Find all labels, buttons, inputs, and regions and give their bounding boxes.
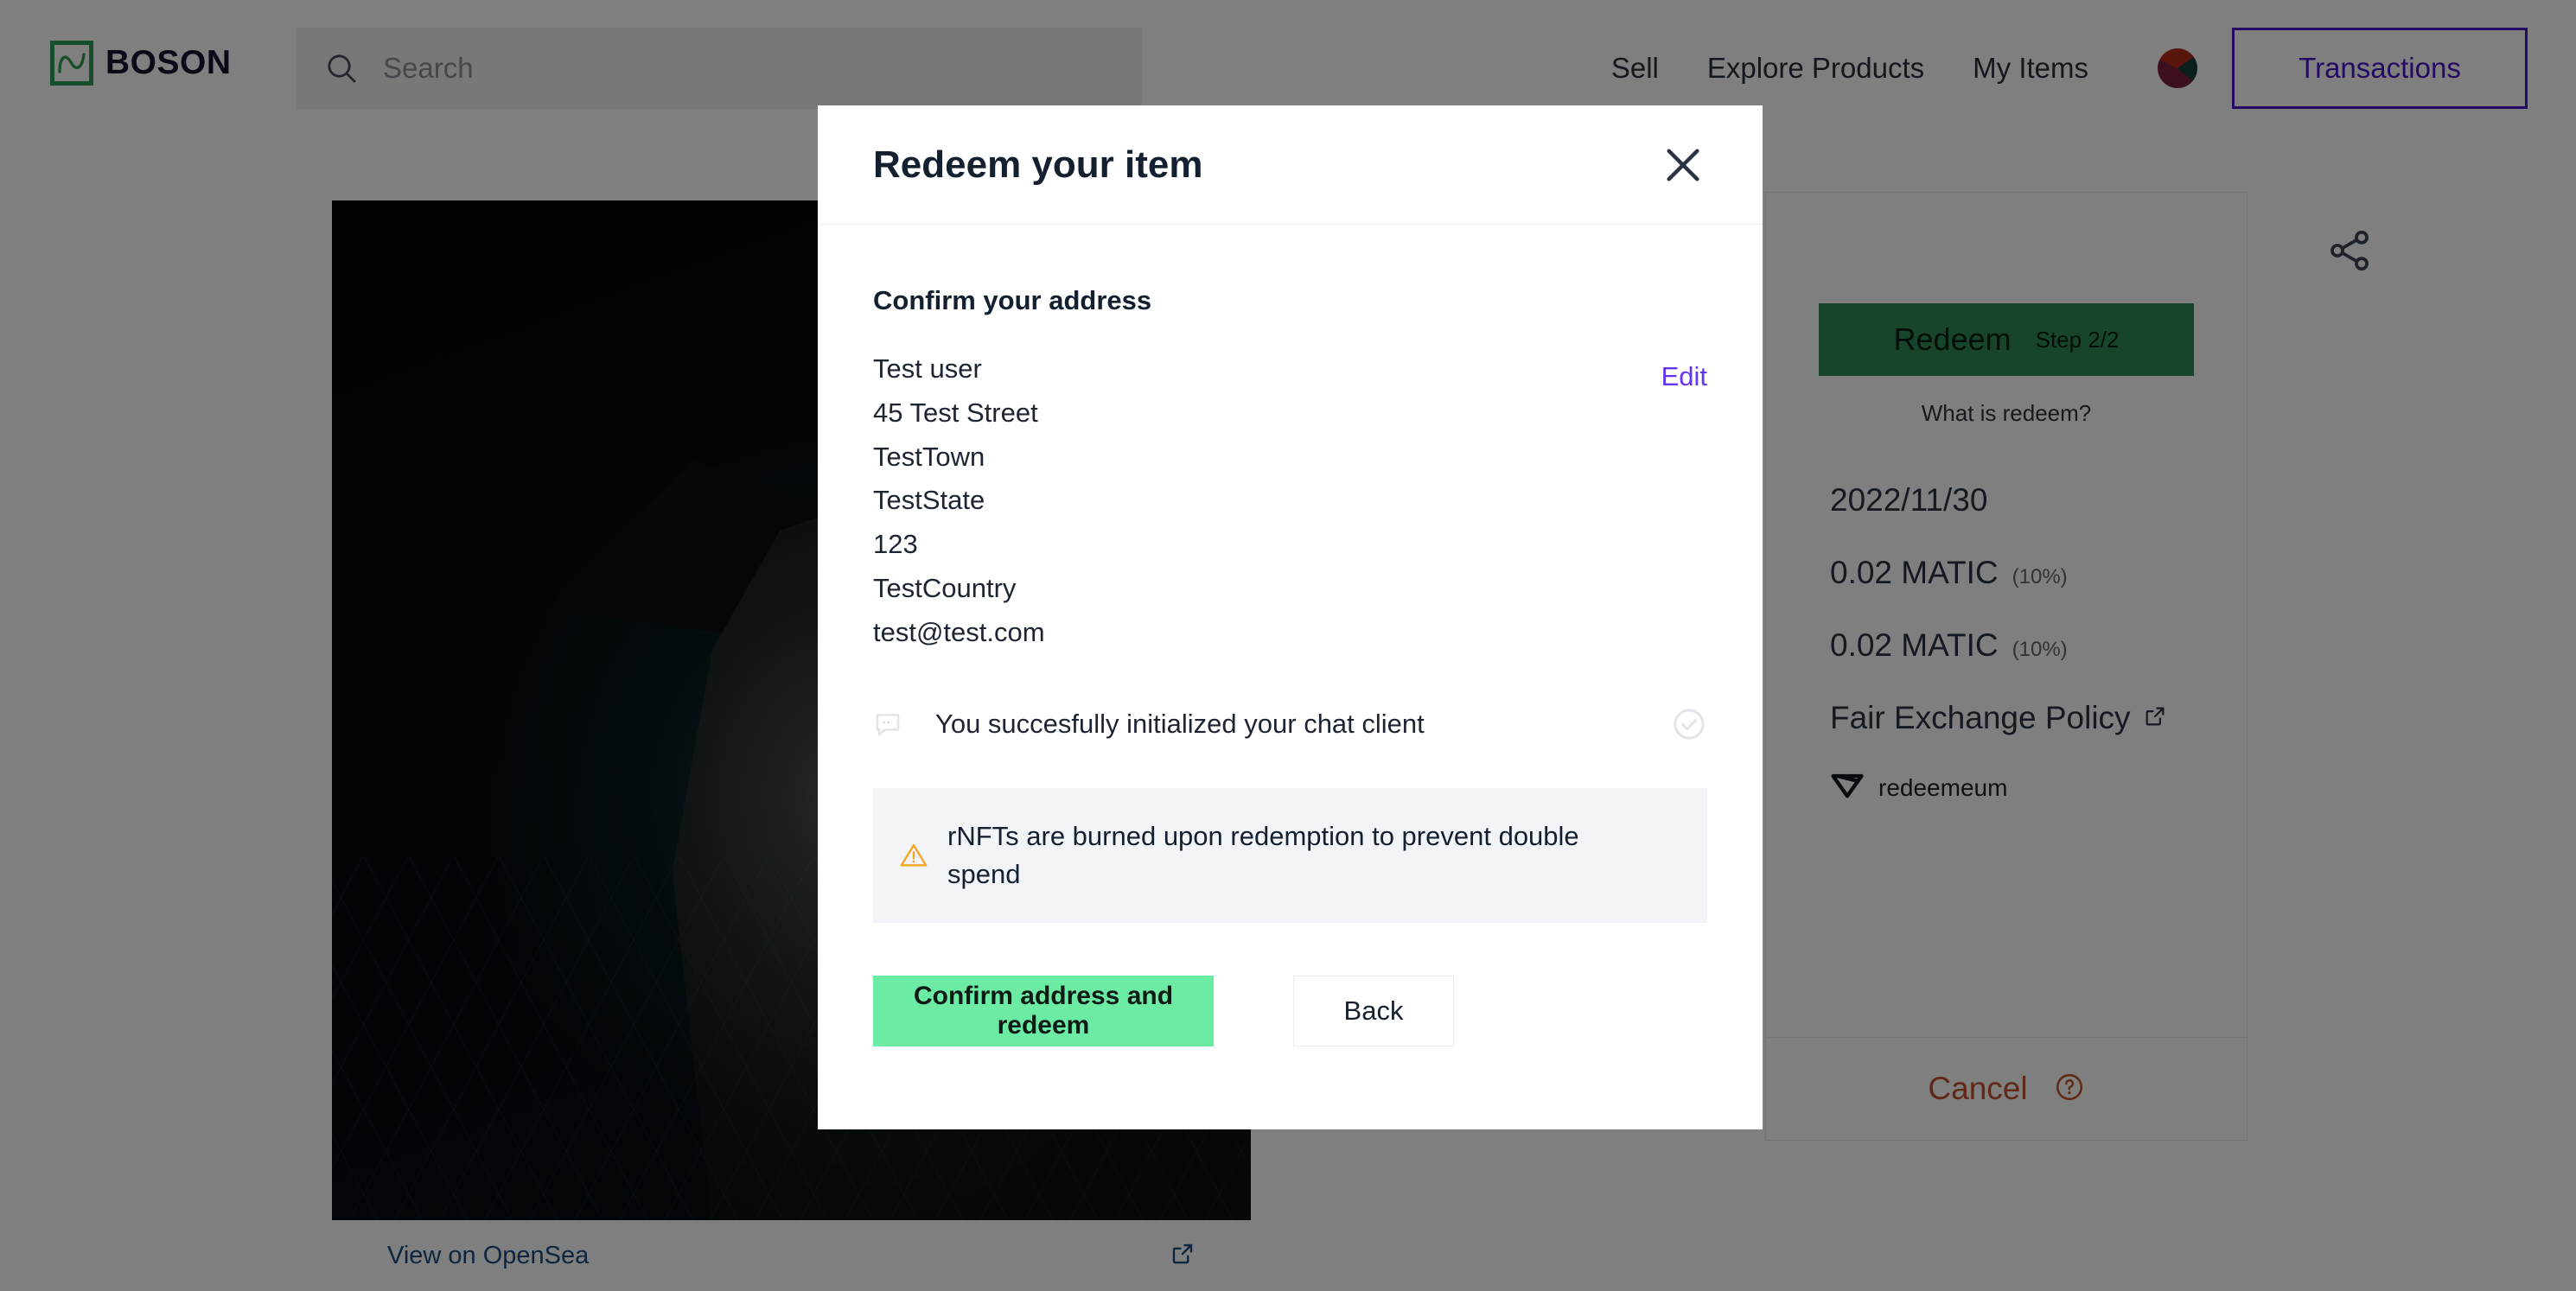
- address-block: Test user 45 Test Street TestTown TestSt…: [873, 347, 1707, 655]
- chat-bubble-icon: [873, 709, 902, 739]
- address-lines: Test user 45 Test Street TestTown TestSt…: [873, 347, 1045, 655]
- address-line: test@test.com: [873, 611, 1045, 655]
- chat-status-text: You succesfully initialized your chat cl…: [925, 709, 1648, 740]
- address-line: Test user: [873, 347, 1045, 391]
- warning-box: rNFTs are burned upon redemption to prev…: [873, 788, 1707, 923]
- address-line: TestCountry: [873, 567, 1045, 611]
- warning-triangle-icon: [899, 841, 928, 870]
- address-line: TestTown: [873, 436, 1045, 480]
- modal-body: Confirm your address Test user 45 Test S…: [818, 225, 1763, 976]
- edit-address-link[interactable]: Edit: [1661, 347, 1707, 392]
- back-button[interactable]: Back: [1293, 976, 1454, 1046]
- address-line: 123: [873, 523, 1045, 567]
- confirm-address-and-redeem-button[interactable]: Confirm address and redeem: [873, 976, 1214, 1046]
- modal-footer: Confirm address and redeem Back: [818, 976, 1763, 1129]
- close-icon[interactable]: [1659, 141, 1707, 189]
- check-circle-icon: [1671, 706, 1707, 742]
- modal-title: Redeem your item: [873, 143, 1202, 187]
- address-line: TestState: [873, 479, 1045, 523]
- redeem-modal: Redeem your item Confirm your address Te…: [818, 105, 1763, 1129]
- modal-header: Redeem your item: [818, 105, 1763, 225]
- section-title: Confirm your address: [873, 285, 1707, 316]
- address-line: 45 Test Street: [873, 391, 1045, 436]
- chat-status-row: You succesfully initialized your chat cl…: [873, 695, 1707, 754]
- warning-text: rNFTs are burned upon redemption to prev…: [947, 817, 1630, 894]
